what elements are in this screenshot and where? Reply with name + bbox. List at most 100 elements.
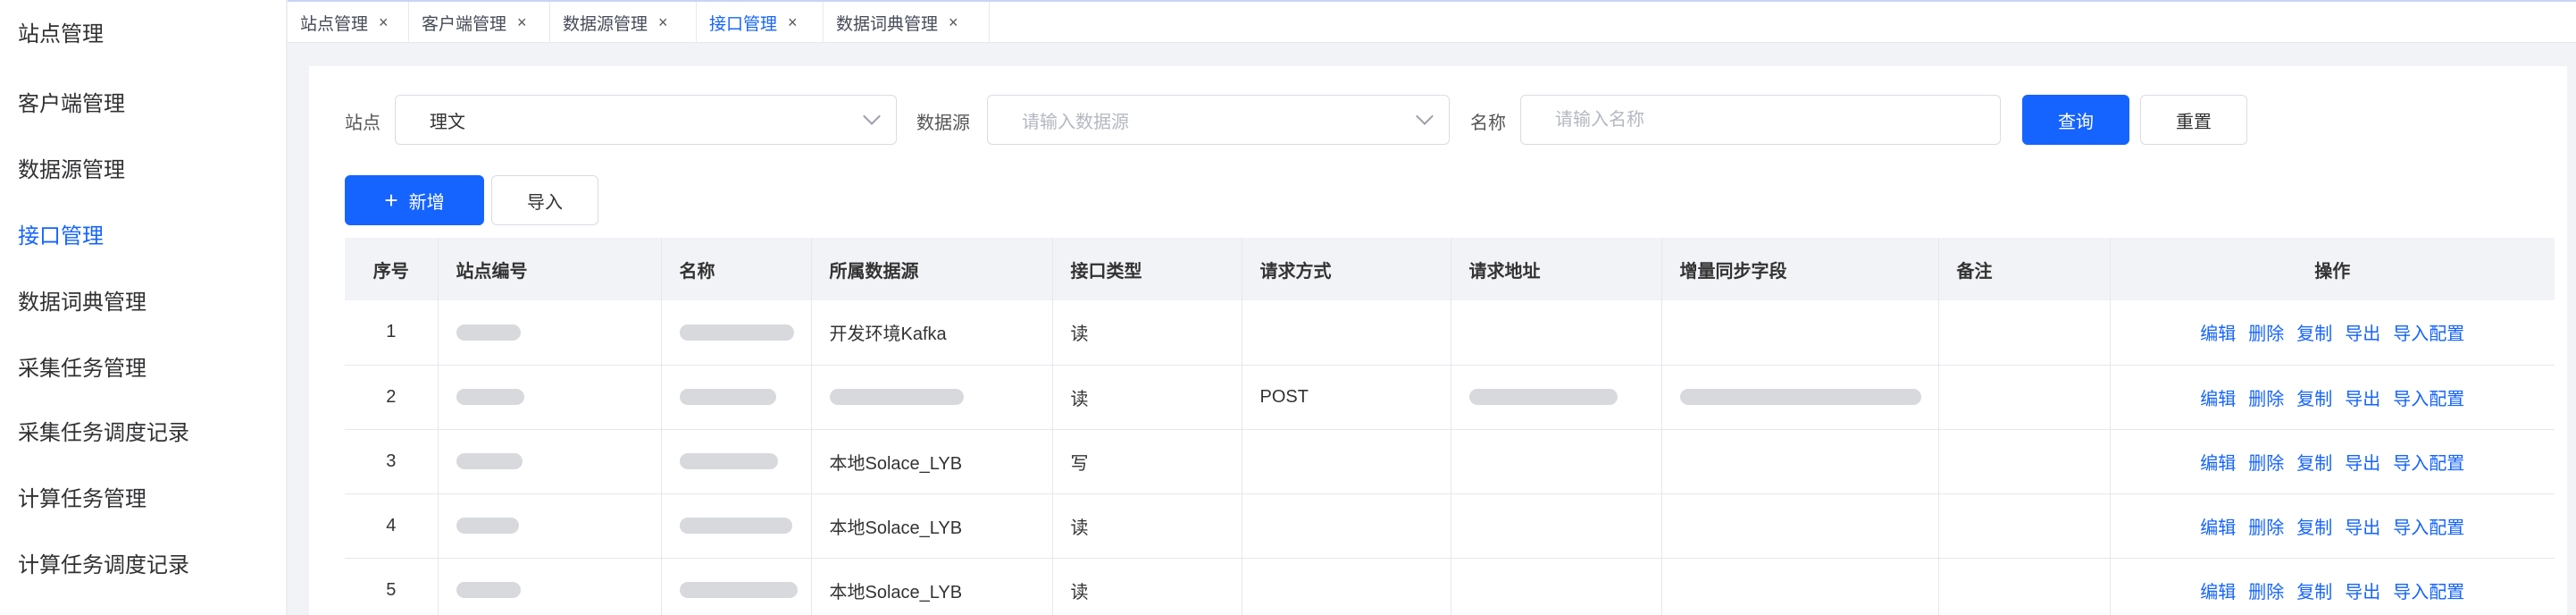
import-config-link[interactable]: 导入配置 (2393, 518, 2464, 538)
export-link[interactable]: 导出 (2345, 583, 2380, 602)
copy-link[interactable]: 复制 (2296, 518, 2332, 538)
close-icon[interactable]: × (949, 13, 958, 32)
redacted-text (456, 518, 519, 535)
cell-incremental-field (1661, 365, 1939, 430)
cell-incremental-field (1661, 493, 1939, 559)
import-config-link[interactable]: 导入配置 (2393, 583, 2464, 602)
delete-link[interactable]: 删除 (2248, 390, 2284, 409)
interface-table: 序号 站点编号 名称 所属数据源 接口类型 请求方式 请求地址 增量同步字段 备… (345, 238, 2555, 615)
cell-request-url (1451, 493, 1662, 559)
table-row: 3 本地Solace_LYB 写 编辑 删除 复制 导出 导入配置 (345, 429, 2555, 494)
export-link[interactable]: 导出 (2345, 324, 2380, 344)
delete-link[interactable]: 删除 (2248, 454, 2284, 474)
cell-site-code (438, 493, 662, 559)
cell-datasource (811, 365, 1053, 430)
sidebar-item-collect-task[interactable]: 采集任务管理 (18, 350, 146, 382)
sidebar-item-compute-task[interactable]: 计算任务管理 (18, 481, 146, 512)
table-row: 1 开发环境Kafka 读 编辑 删除 复制 导出 导入配置 (345, 300, 2555, 366)
close-icon[interactable]: × (788, 13, 798, 32)
cell-request-url (1451, 300, 1662, 366)
import-config-link[interactable]: 导入配置 (2393, 454, 2464, 474)
redacted-text (456, 324, 521, 341)
import-config-link[interactable]: 导入配置 (2393, 324, 2464, 344)
delete-link[interactable]: 删除 (2248, 324, 2284, 344)
cell-index: 4 (345, 493, 439, 559)
cell-request-method (1242, 558, 1451, 615)
redacted-text (1679, 389, 1921, 406)
cell-index: 1 (345, 300, 439, 366)
tab-dictionary[interactable]: 数据词典管理 × (824, 2, 990, 44)
export-link[interactable]: 导出 (2345, 454, 2380, 474)
sidebar-item-dictionary[interactable]: 数据词典管理 (18, 284, 146, 316)
tab-label: 站点管理 (300, 15, 369, 34)
cell-name (661, 558, 812, 615)
redacted-text (679, 324, 794, 341)
sidebar-item-collect-schedule[interactable]: 采集任务调度记录 (18, 415, 189, 446)
site-select[interactable]: 理文 (395, 95, 897, 145)
delete-link[interactable]: 删除 (2248, 583, 2284, 602)
edit-link[interactable]: 编辑 (2200, 390, 2236, 409)
edit-link[interactable]: 编辑 (2200, 518, 2236, 538)
cell-name (661, 365, 812, 430)
plus-icon: + (384, 187, 398, 214)
cell-index: 2 (345, 365, 439, 430)
tab-datasource[interactable]: 数据源管理 × (550, 2, 697, 44)
col-header-datasource: 所属数据源 (811, 238, 1053, 300)
tab-interface[interactable]: 接口管理 × (697, 2, 824, 44)
edit-link[interactable]: 编辑 (2200, 454, 2236, 474)
copy-link[interactable]: 复制 (2296, 324, 2332, 344)
cell-operations: 编辑 删除 复制 导出 导入配置 (2110, 365, 2555, 430)
col-header-interface-type: 接口类型 (1052, 238, 1242, 300)
cell-remark (1938, 558, 2111, 615)
sidebar-item-client[interactable]: 客户端管理 (18, 86, 125, 117)
sidebar-item-interface[interactable]: 接口管理 (18, 218, 104, 249)
sidebar-item-compute-schedule[interactable]: 计算任务调度记录 (18, 547, 189, 578)
copy-link[interactable]: 复制 (2296, 390, 2332, 409)
edit-link[interactable]: 编辑 (2200, 324, 2236, 344)
table-row: 5 本地Solace_LYB 读 编辑 删除 复制 导出 导入配置 (345, 558, 2555, 615)
cell-incremental-field (1661, 429, 1939, 494)
query-button[interactable]: 查询 (2022, 95, 2129, 145)
cell-datasource: 本地Solace_LYB (811, 493, 1053, 559)
cell-remark (1938, 493, 2111, 559)
tab-label: 客户端管理 (422, 15, 507, 34)
chevron-down-icon (1416, 107, 1434, 125)
cell-index: 3 (345, 429, 439, 494)
import-config-link[interactable]: 导入配置 (2393, 390, 2464, 409)
import-button[interactable]: 导入 (491, 175, 598, 225)
name-input[interactable] (1555, 109, 1966, 131)
sidebar-item-datasource[interactable]: 数据源管理 (18, 152, 125, 183)
tab-client[interactable]: 客户端管理 × (409, 2, 550, 44)
cell-operations: 编辑 删除 复制 导出 导入配置 (2110, 493, 2555, 559)
copy-link[interactable]: 复制 (2296, 454, 2332, 474)
redacted-text (679, 389, 776, 406)
cell-incremental-field (1661, 300, 1939, 366)
cell-remark (1938, 365, 2111, 430)
cell-site-code (438, 300, 662, 366)
reset-button[interactable]: 重置 (2140, 95, 2247, 145)
cell-interface-type: 读 (1052, 300, 1242, 366)
copy-link[interactable]: 复制 (2296, 583, 2332, 602)
close-icon[interactable]: × (658, 13, 668, 32)
col-header-request-url: 请求地址 (1451, 238, 1662, 300)
cell-request-url (1451, 365, 1662, 430)
tab-label: 数据词典管理 (836, 15, 939, 34)
export-link[interactable]: 导出 (2345, 390, 2380, 409)
cell-interface-type: 写 (1052, 429, 1242, 494)
export-link[interactable]: 导出 (2345, 518, 2380, 538)
cell-datasource: 本地Solace_LYB (811, 558, 1053, 615)
cell-name (661, 429, 812, 494)
close-icon[interactable]: × (517, 13, 527, 32)
cell-request-url (1451, 429, 1662, 494)
cell-request-method (1242, 493, 1451, 559)
close-icon[interactable]: × (379, 13, 389, 32)
delete-link[interactable]: 删除 (2248, 518, 2284, 538)
cell-datasource: 本地Solace_LYB (811, 429, 1053, 494)
sidebar-item-site[interactable]: 站点管理 (18, 16, 104, 47)
redacted-text (456, 389, 524, 406)
cell-request-method (1242, 300, 1451, 366)
datasource-select[interactable]: 请输入数据源 (987, 95, 1450, 145)
edit-link[interactable]: 编辑 (2200, 583, 2236, 602)
tab-site[interactable]: 站点管理 × (288, 2, 409, 44)
add-button[interactable]: + 新增 (345, 175, 484, 225)
